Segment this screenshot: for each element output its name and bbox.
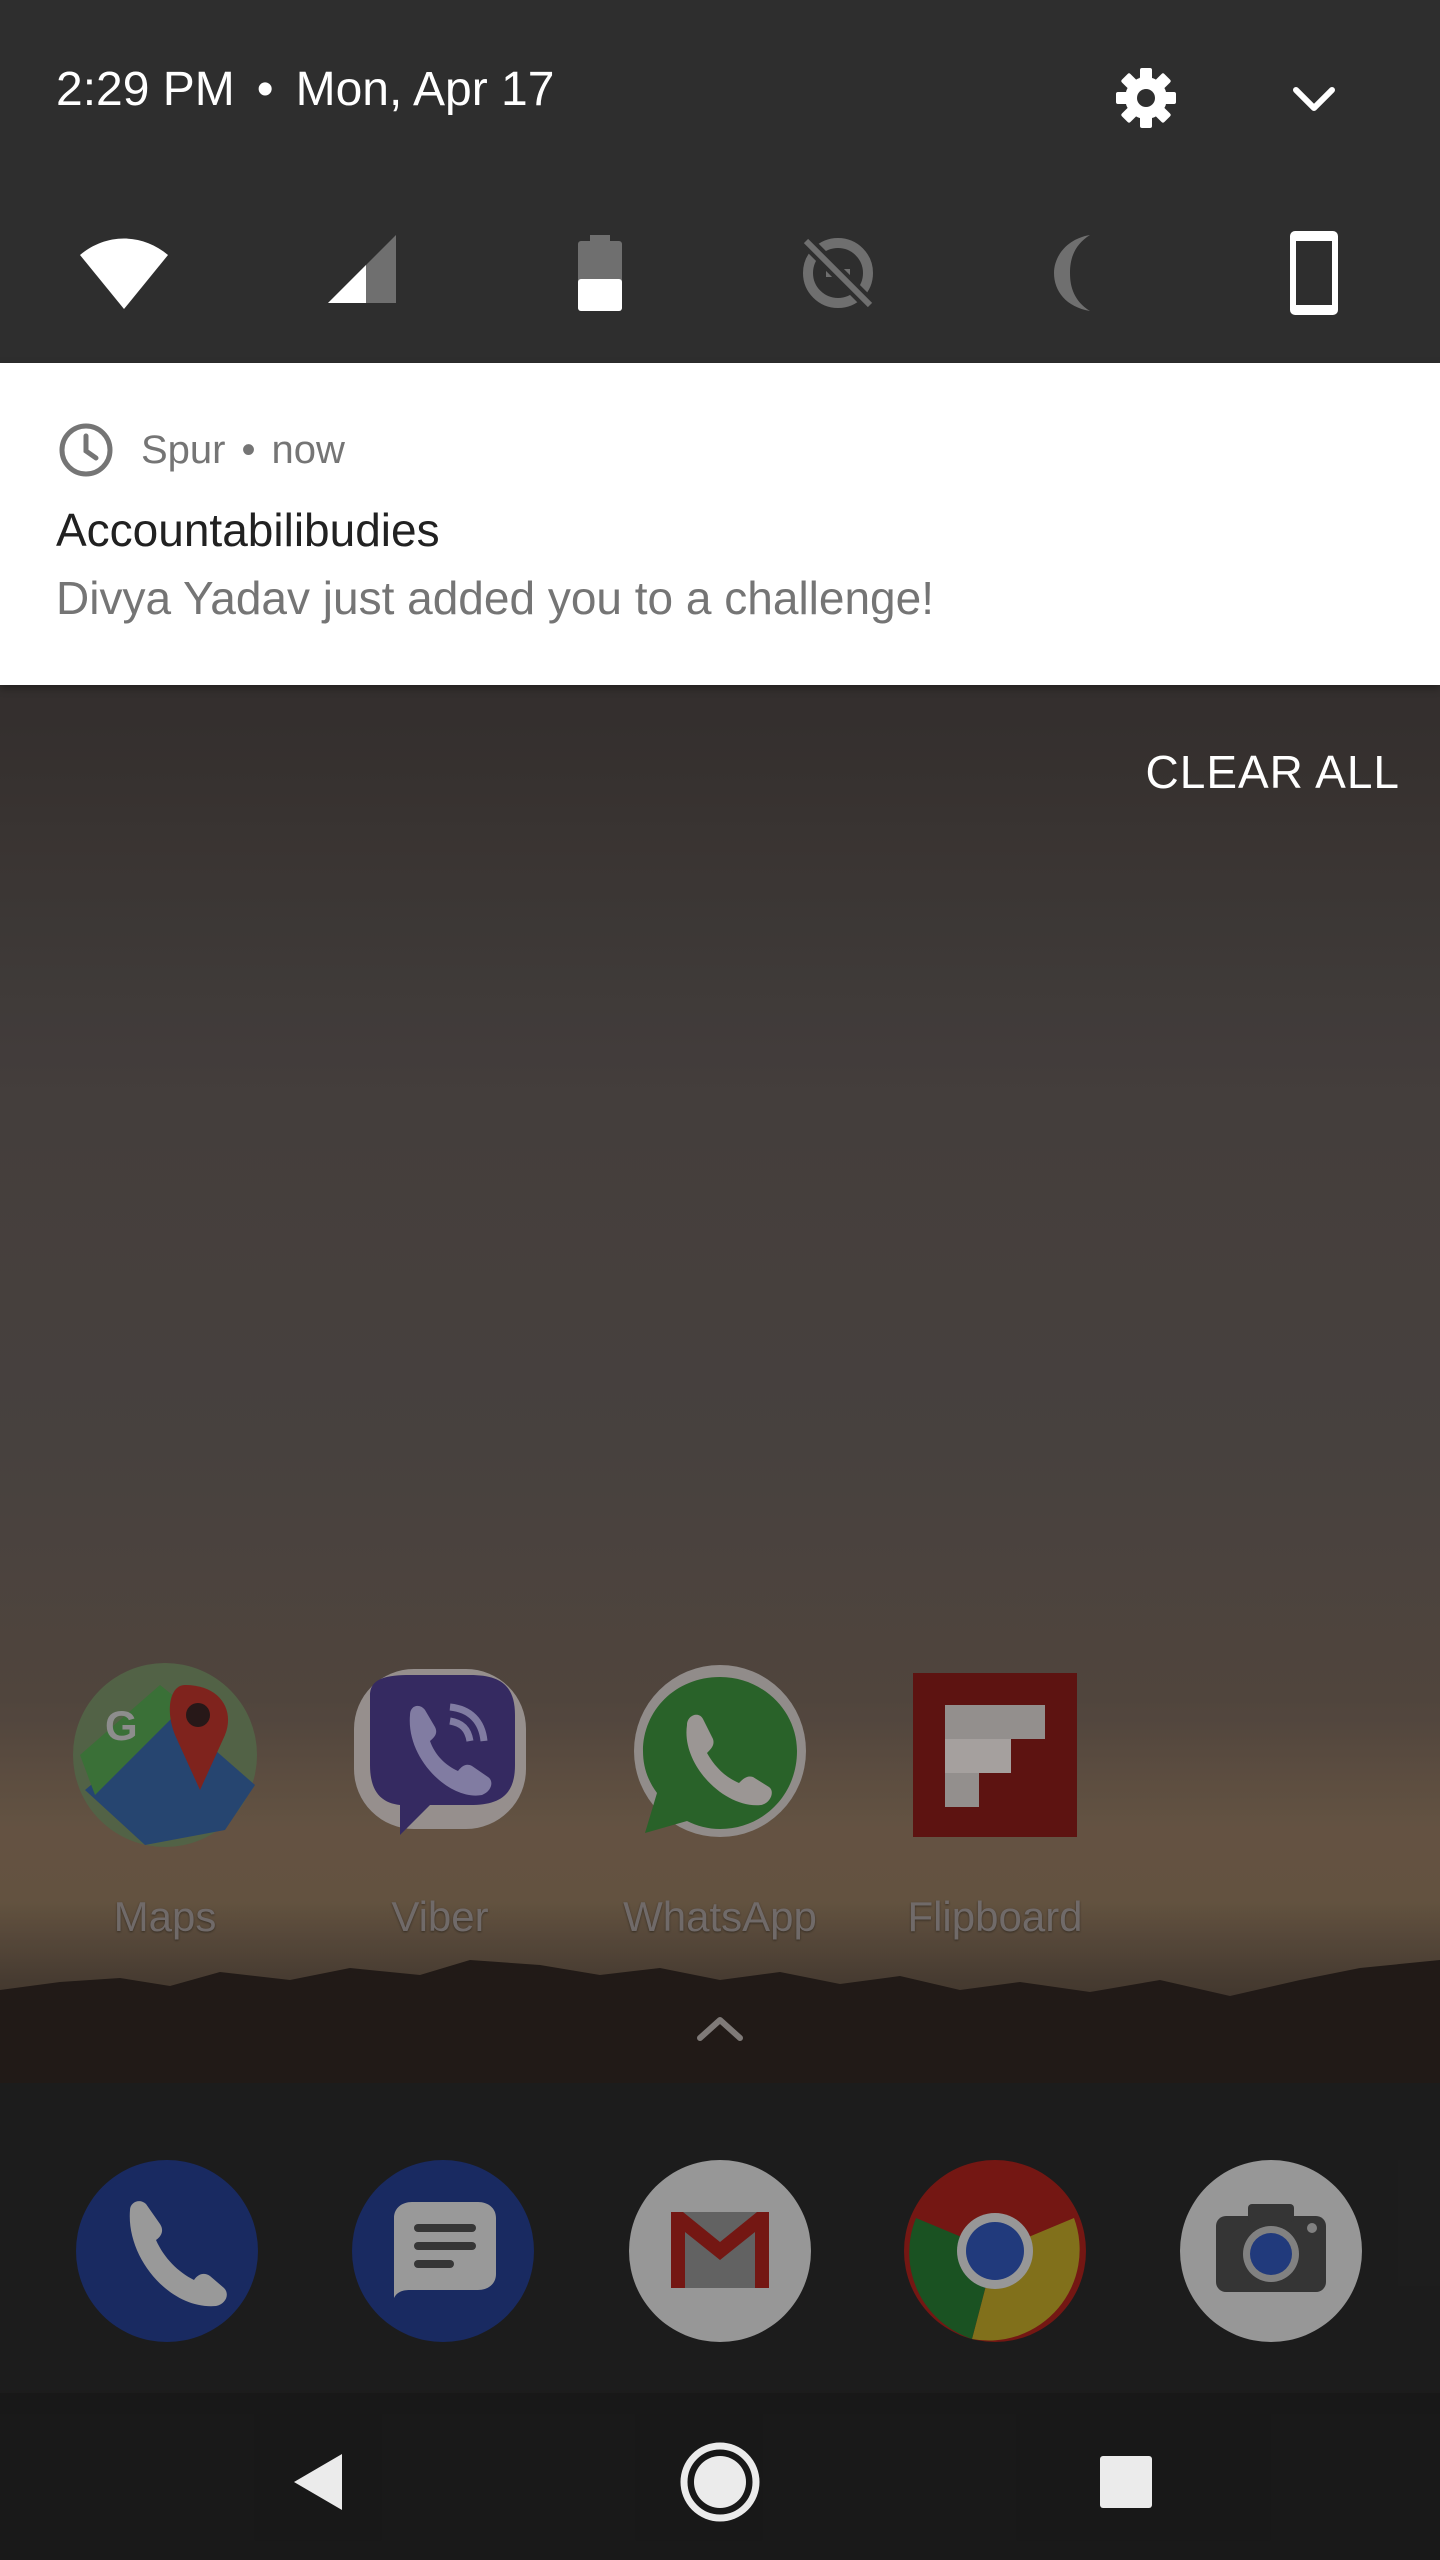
cell-signal-icon[interactable] [314,225,410,321]
quick-settings-header: 2:29 PM • Mon, Apr 17 [0,0,1440,363]
notification-time: now [271,428,345,472]
battery-icon[interactable] [552,225,648,321]
clear-all-button[interactable]: CLEAR ALL [1100,740,1400,804]
status-date[interactable]: Mon, Apr 17 [296,63,555,116]
status-datetime: 2:29 PM • Mon, Apr 17 [56,60,554,120]
chevron-down-icon[interactable] [1278,62,1350,134]
wifi-icon[interactable] [76,225,172,321]
do-not-disturb-icon[interactable] [1030,225,1126,321]
device-icon[interactable] [1266,225,1362,321]
data-saver-off-icon[interactable] [790,225,886,321]
gear-icon[interactable] [1110,62,1182,134]
notification-separator: • [241,428,256,472]
notification-text: Divya Yadav just added you to a challeng… [56,572,934,624]
clock-icon [59,423,113,477]
status-time: 2:29 PM [56,63,235,116]
notification-header: Spur • now [141,420,345,480]
notification-title: Accountabilibudies [56,504,440,556]
datetime-separator: • [256,63,274,116]
notification-app-name: Spur [141,428,226,472]
